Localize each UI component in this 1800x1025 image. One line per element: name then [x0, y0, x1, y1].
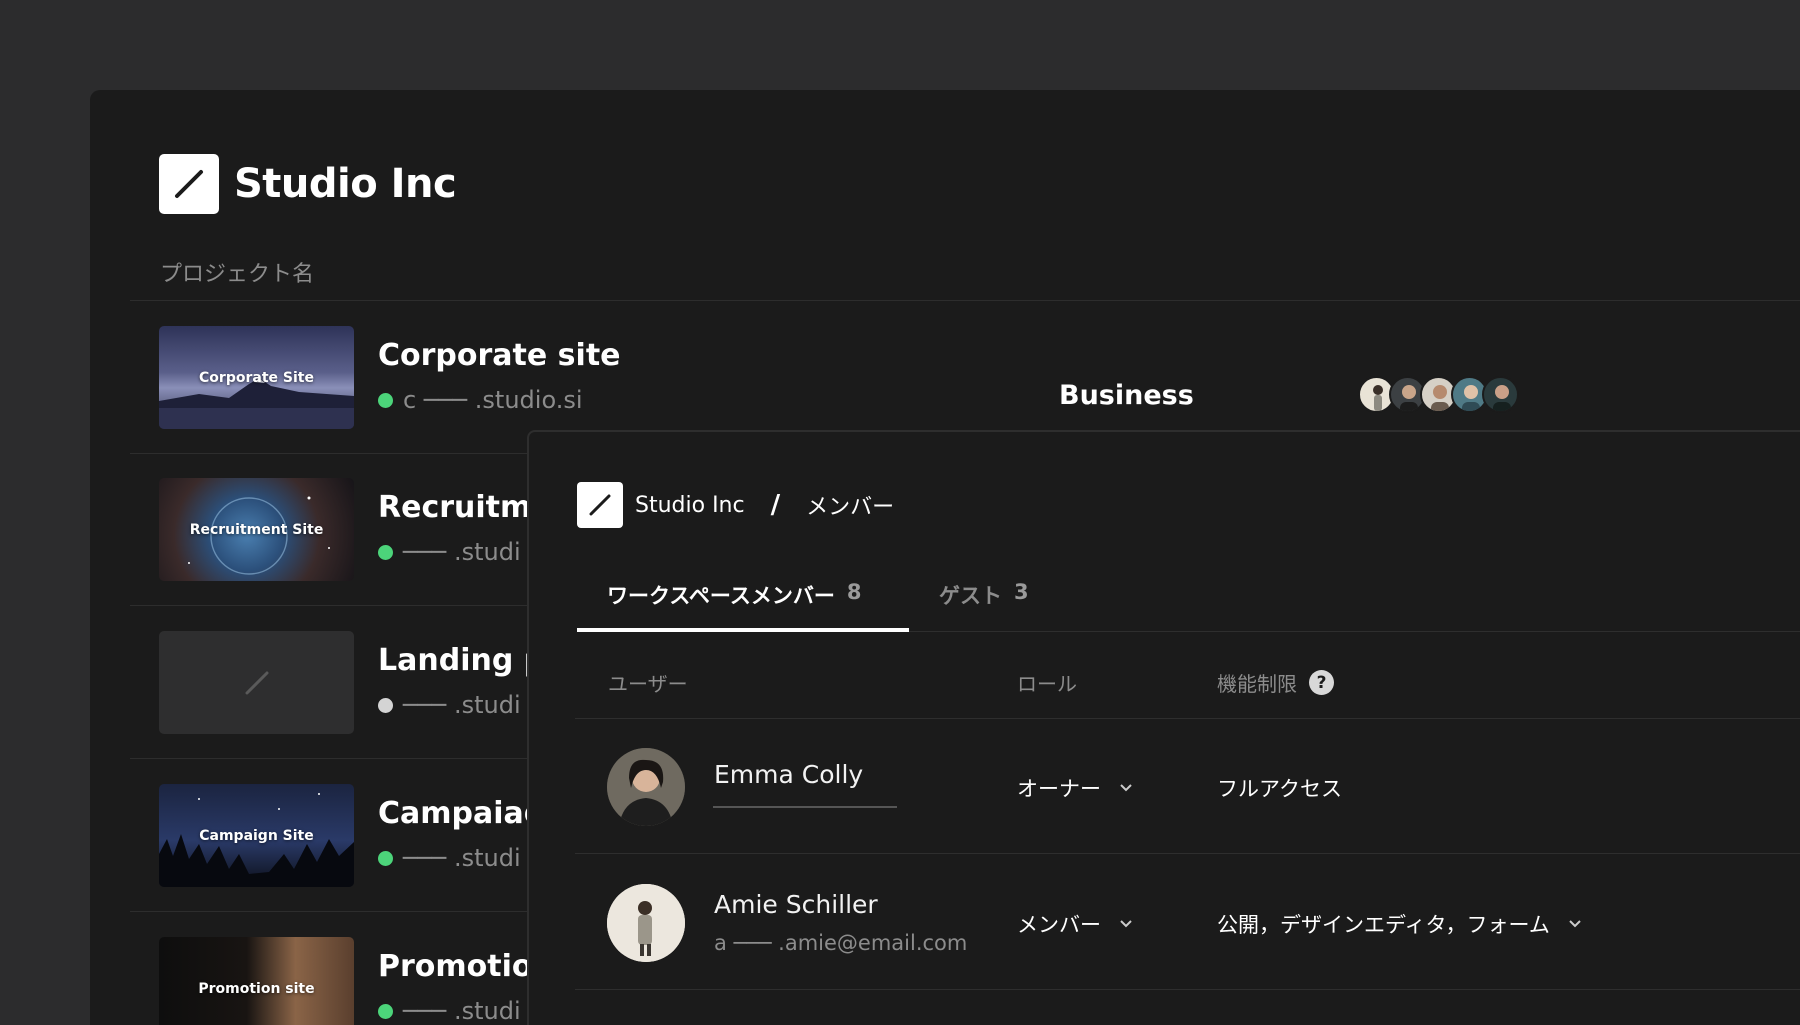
divider	[575, 718, 1800, 719]
status-dot	[378, 544, 393, 560]
user-column-header: ユーザー	[608, 672, 688, 696]
divider	[130, 300, 1800, 301]
project-url: c ─── .studio.si	[378, 386, 583, 414]
role-select[interactable]: オーナー	[1017, 773, 1133, 803]
project-url-text: ─── .studi	[403, 538, 521, 566]
member-avatar-stack[interactable]	[1358, 376, 1519, 413]
help-icon[interactable]: ?	[1309, 670, 1334, 695]
avatar	[607, 884, 685, 962]
project-url-text: ─── .studi	[403, 997, 521, 1025]
tab-label: ワークスペースメンバー	[607, 584, 835, 608]
project-thumbnail	[159, 631, 354, 734]
chevron-down-icon	[1119, 783, 1133, 793]
divider	[575, 989, 1800, 990]
project-url-text: ─── .studi	[403, 844, 521, 872]
project-thumbnail: Campaign Site	[159, 784, 354, 887]
project-url-text: ─── .studi	[403, 691, 521, 719]
project-row-corporate[interactable]: Corporate Site Corporate site c ─── .stu…	[159, 326, 1800, 430]
chevron-down-icon	[1119, 919, 1133, 929]
member-name: Amie Schiller	[714, 890, 878, 919]
breadcrumb-separator: /	[770, 490, 781, 520]
project-url: ─── .studi	[378, 844, 521, 872]
member-tabs: ワークスペースメンバー 8 ゲスト 3	[577, 580, 1800, 632]
breadcrumb-workspace[interactable]: Studio Inc	[635, 493, 745, 518]
project-thumbnail: Promotion site	[159, 937, 354, 1025]
tab-workspace-members[interactable]: ワークスペースメンバー 8	[577, 580, 909, 632]
status-dot	[378, 1003, 393, 1019]
studio-logo-icon	[577, 482, 623, 528]
thumbnail-label: Recruitment Site	[189, 521, 324, 538]
project-name-column-header: プロジェクト名	[160, 262, 315, 287]
thumbnail-label: Corporate Site	[199, 369, 314, 386]
project-title[interactable]: Corporate site	[378, 338, 621, 373]
workspace-header: Studio Inc	[159, 154, 457, 214]
status-dot	[378, 850, 393, 866]
breadcrumb-current-page: メンバー	[806, 495, 895, 520]
studio-logo-icon	[159, 154, 219, 214]
tab-label: ゲスト	[939, 584, 1002, 608]
avatar	[607, 748, 685, 826]
role-value: メンバー	[1017, 913, 1101, 937]
restrictions-column-header: 機能制限 ?	[1217, 668, 1334, 697]
role-column-header: ロール	[1017, 672, 1077, 696]
tab-count: 3	[1014, 580, 1029, 604]
role-value: オーナー	[1017, 777, 1101, 801]
breadcrumb: Studio Inc / メンバー	[577, 482, 894, 528]
thumbnail-label: Promotion site	[198, 980, 315, 997]
feature-restrictions: フルアクセス	[1217, 773, 1342, 803]
avatar	[1482, 376, 1519, 413]
tab-guests[interactable]: ゲスト 3	[939, 580, 1029, 632]
member-email: a ─── .amie@email.com	[714, 931, 968, 955]
project-url: ─── .studi	[378, 997, 521, 1025]
project-url: ─── .studi	[378, 691, 521, 719]
placeholder-logo-icon	[245, 671, 268, 694]
tab-count: 8	[846, 580, 862, 604]
project-title[interactable]: Campaiag	[378, 796, 545, 831]
role-select[interactable]: メンバー	[1017, 909, 1133, 939]
restrictions-value: フルアクセス	[1217, 777, 1342, 801]
chevron-down-icon	[1568, 919, 1582, 929]
project-url: ─── .studi	[378, 538, 521, 566]
project-title[interactable]: Landing p	[378, 643, 545, 678]
workspace-name: Studio Inc	[234, 161, 457, 207]
project-title[interactable]: Recruitme	[378, 490, 552, 525]
plan-label: Business	[1059, 380, 1194, 411]
status-dot	[378, 392, 393, 408]
project-url-text: c ─── .studio.si	[403, 386, 583, 414]
feature-restrictions-select[interactable]: 公開，デザインエディタ，フォーム	[1217, 909, 1582, 939]
name-underline	[713, 806, 897, 808]
project-thumbnail: Recruitment Site	[159, 478, 354, 581]
restrictions-column-label: 機能制限	[1217, 672, 1297, 696]
thumbnail-label: Campaign Site	[199, 827, 314, 844]
member-name: Emma Colly	[714, 760, 864, 789]
status-dot	[378, 697, 393, 713]
project-thumbnail: Corporate Site	[159, 326, 354, 429]
restrictions-value: 公開，デザインエディタ，フォーム	[1217, 913, 1550, 937]
divider	[575, 853, 1800, 854]
